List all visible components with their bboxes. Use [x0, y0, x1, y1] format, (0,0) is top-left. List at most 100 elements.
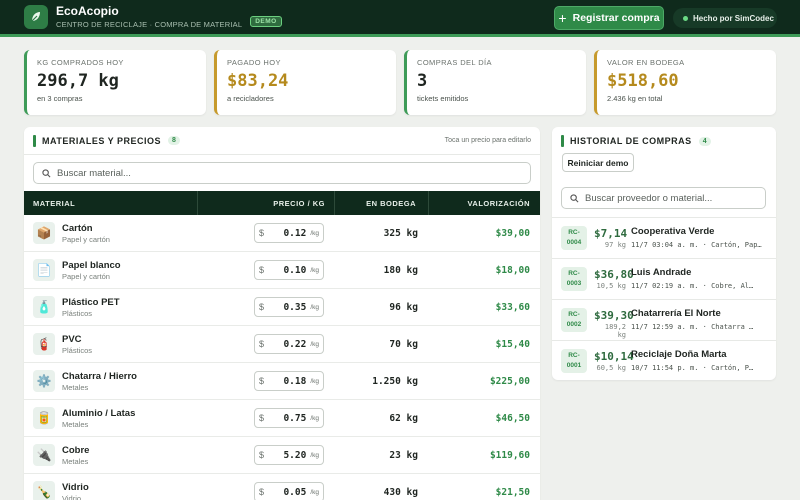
material-name: Aluminio / Latas	[62, 408, 136, 419]
purchase-kg: 97 kg	[604, 241, 626, 249]
made-by-label: Hecho por SimCodec	[693, 13, 774, 23]
history-search[interactable]	[561, 187, 766, 209]
history-item[interactable]: RC- 0003 $36,80 10,5 kg Luis Andrade 11/7 02:…	[552, 258, 776, 299]
stat-value: 296,7 kg	[37, 71, 119, 91]
receipt-number: 0003	[566, 280, 582, 287]
material-category: Metales	[62, 420, 89, 429]
material-row[interactable]: 📦 Cartón Papel y cartón $0.12/kg 325 kg $39,0…	[24, 215, 540, 252]
material-category: Plásticos	[62, 309, 93, 318]
search-icon	[570, 193, 579, 202]
stat-value: $518,60	[607, 71, 679, 91]
material-name: Plástico PET	[62, 297, 120, 308]
price-input[interactable]: $0.10/kg	[254, 260, 324, 280]
can-icon: 🥫	[33, 407, 55, 429]
purchase-amount: $7,14	[594, 227, 628, 240]
material-search-input[interactable]	[57, 167, 497, 179]
receipt-code: RC- 0004	[561, 226, 587, 250]
stock-value: 96 kg	[389, 302, 418, 313]
material-search[interactable]	[33, 162, 531, 184]
purchase-amount: $10,14	[594, 350, 634, 363]
history-header: HISTORIAL DE COMPRAS 4	[552, 127, 776, 155]
material-name: Cobre	[62, 445, 90, 456]
stat-value: 3	[417, 71, 428, 91]
material-category: Vidrio	[62, 494, 82, 500]
stat-sub: 2.436 kg en total	[607, 94, 663, 103]
material-category: Metales	[62, 457, 89, 466]
price-value[interactable]: 0.10	[283, 265, 306, 276]
currency-symbol: $	[259, 487, 265, 497]
receipt-prefix: RC-	[568, 229, 580, 236]
currency-symbol: $	[259, 339, 265, 349]
material-row[interactable]: 🥫 Aluminio / Latas Metales $0.75/kg 62 kg $46…	[24, 400, 540, 437]
receipt-code: RC- 0002	[561, 308, 587, 332]
history-item[interactable]: RC- 0002 $39,30 189,2 kg Chatarrería El Nort…	[552, 299, 776, 340]
valuation-value: $21,50	[495, 487, 530, 498]
price-unit: /kg	[310, 266, 319, 274]
material-row[interactable]: 🍾 Vidrio Vidrio $0.05/kg 430 kg $21,50	[24, 474, 540, 500]
price-input[interactable]: $0.18/kg	[254, 371, 324, 391]
material-row[interactable]: 🧴 Plástico PET Plásticos $0.35/kg 96 kg $33,6…	[24, 289, 540, 326]
supplier-name: Cooperativa Verde	[631, 226, 715, 237]
price-value[interactable]: 0.75	[283, 413, 306, 424]
accent-bar	[561, 135, 564, 147]
currency-symbol: $	[259, 228, 265, 238]
history-search-input[interactable]	[585, 192, 761, 204]
currency-symbol: $	[259, 302, 265, 312]
price-unit: /kg	[310, 488, 319, 496]
material-row[interactable]: 📄 Papel blanco Papel y cartón $0.10/kg 180 k…	[24, 252, 540, 289]
price-input[interactable]: $5.20/kg	[254, 445, 324, 465]
price-value[interactable]: 0.22	[283, 339, 306, 350]
col-material[interactable]: MATERIAL	[24, 191, 198, 215]
currency-symbol: $	[259, 450, 265, 460]
register-purchase-button[interactable]: + Registrar compra	[554, 6, 664, 30]
valuation-value: $119,60	[489, 450, 530, 461]
materials-panel: MATERIALES Y PRECIOS 8 Toca un precio pa…	[24, 127, 540, 500]
material-row[interactable]: ⚙️ Chatarra / Hierro Metales $0.18/kg 1.250 …	[24, 363, 540, 400]
made-by-badge[interactable]: Hecho por SimCodec	[673, 8, 777, 28]
material-category: Metales	[62, 383, 89, 392]
price-unit: /kg	[310, 303, 319, 311]
valuation-value: $15,40	[495, 339, 530, 350]
price-input[interactable]: $0.22/kg	[254, 334, 324, 354]
material-row[interactable]: 🔌 Cobre Metales $5.20/kg 23 kg $119,60	[24, 437, 540, 474]
receipt-code: RC- 0003	[561, 267, 587, 291]
price-value[interactable]: 0.12	[283, 228, 306, 239]
price-unit: /kg	[310, 340, 319, 348]
stat-sub: a recicladores	[227, 94, 274, 103]
supplier-name: Reciclaje Doña Marta	[631, 349, 727, 360]
purchase-meta: 11/7 02:19 a. m. · Cobre, Al…	[631, 282, 754, 290]
history-item[interactable]: RC- 0001 $10,14 60,5 kg Reciclaje Doña Marta…	[552, 340, 776, 380]
supplier-name: Luis Andrade	[631, 267, 692, 278]
material-name: PVC	[62, 334, 82, 345]
price-input[interactable]: $0.75/kg	[254, 408, 324, 428]
demo-badge: DEMO	[250, 16, 282, 27]
price-value[interactable]: 0.05	[283, 487, 306, 498]
stock-value: 1.250 kg	[372, 376, 418, 387]
reset-demo-button[interactable]: Reiniciar demo	[562, 153, 634, 172]
receipt-prefix: RC-	[568, 352, 580, 359]
purchase-amount: $36,80	[594, 268, 634, 281]
price-value[interactable]: 5.20	[283, 450, 306, 461]
history-item[interactable]: RC- 0004 $7,14 97 kg Cooperativa Verde 11/7 0…	[552, 217, 776, 258]
accent-bar	[33, 134, 36, 147]
price-value[interactable]: 0.18	[283, 376, 306, 387]
price-input[interactable]: $0.35/kg	[254, 297, 324, 317]
col-price[interactable]: PRECIO / KG	[198, 191, 335, 215]
currency-symbol: $	[259, 413, 265, 423]
valuation-value: $39,00	[495, 228, 530, 239]
history-panel: HISTORIAL DE COMPRAS 4 Reiniciar demo RC…	[552, 127, 776, 380]
material-row[interactable]: 🧯 PVC Plásticos $0.22/kg 70 kg $15,40	[24, 326, 540, 363]
purchase-meta: 11/7 12:59 a. m. · Chatarra …	[631, 323, 754, 331]
history-title: HISTORIAL DE COMPRAS	[570, 136, 692, 146]
price-input[interactable]: $0.12/kg	[254, 223, 324, 243]
stat-value: $83,24	[227, 71, 289, 91]
glass-bottle-icon: 🍾	[33, 481, 55, 500]
supplier-name: Chatarrería El Norte	[631, 308, 721, 319]
price-input[interactable]: $0.05/kg	[254, 482, 324, 500]
stat-label: VALOR EN BODEGA	[607, 58, 685, 67]
col-valuation[interactable]: VALORIZACIÓN	[429, 191, 540, 215]
price-value[interactable]: 0.35	[283, 302, 306, 313]
material-name: Vidrio	[62, 482, 89, 493]
col-stock[interactable]: EN BODEGA	[335, 191, 429, 215]
materials-table-header: MATERIAL PRECIO / KG EN BODEGA VALORIZAC…	[24, 191, 540, 215]
